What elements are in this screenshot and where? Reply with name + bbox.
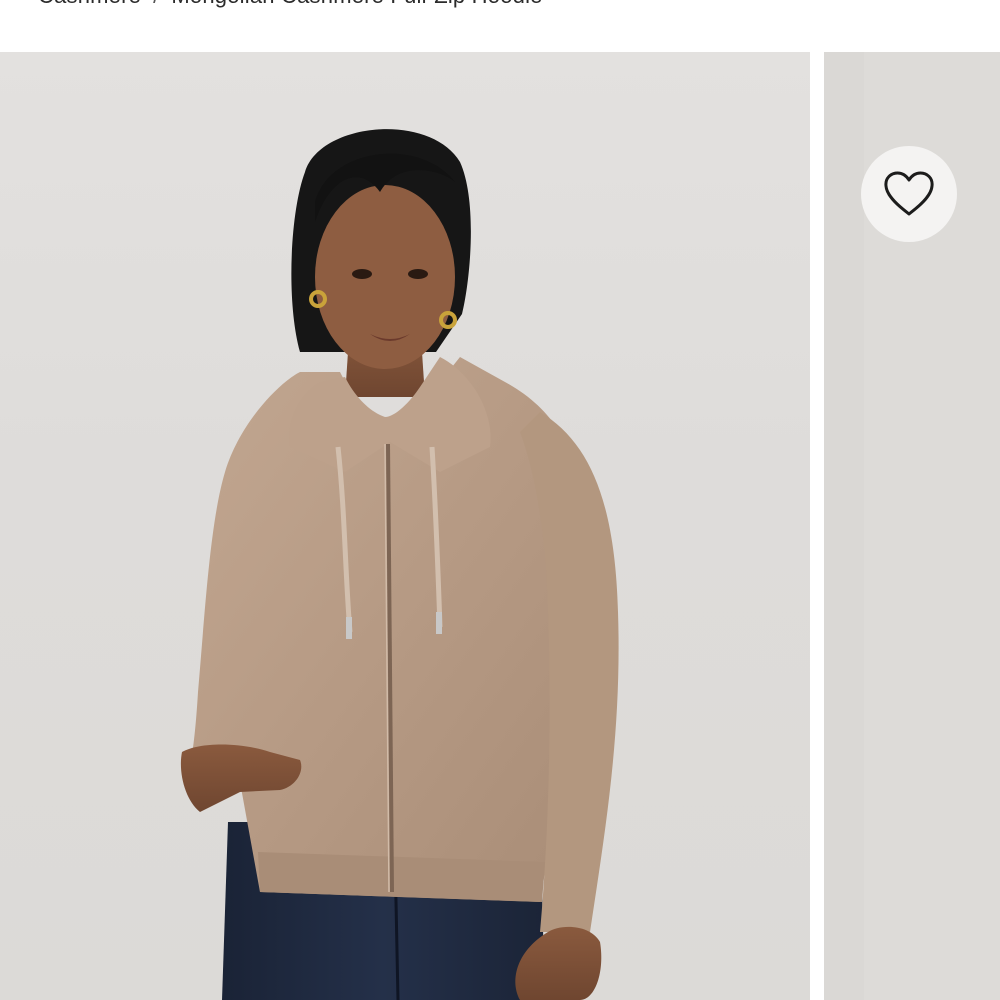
wishlist-button[interactable]	[861, 146, 957, 242]
heart-outline-icon	[884, 171, 934, 216]
product-gallery	[0, 52, 1000, 1000]
breadcrumb-separator: /	[153, 0, 159, 8]
breadcrumb-link-category[interactable]: Cashmere	[38, 0, 141, 8]
breadcrumb-current: Mongolian Cashmere Full-Zip Hoodie	[171, 0, 542, 8]
breadcrumb: Cashmere / Mongolian Cashmere Full-Zip Hoo…	[38, 0, 543, 8]
model-photo-illustration	[180, 129, 619, 1000]
product-page: Cashmere / Mongolian Cashmere Full-Zip Hoo…	[0, 0, 1000, 1000]
product-image-main[interactable]	[0, 52, 810, 1000]
